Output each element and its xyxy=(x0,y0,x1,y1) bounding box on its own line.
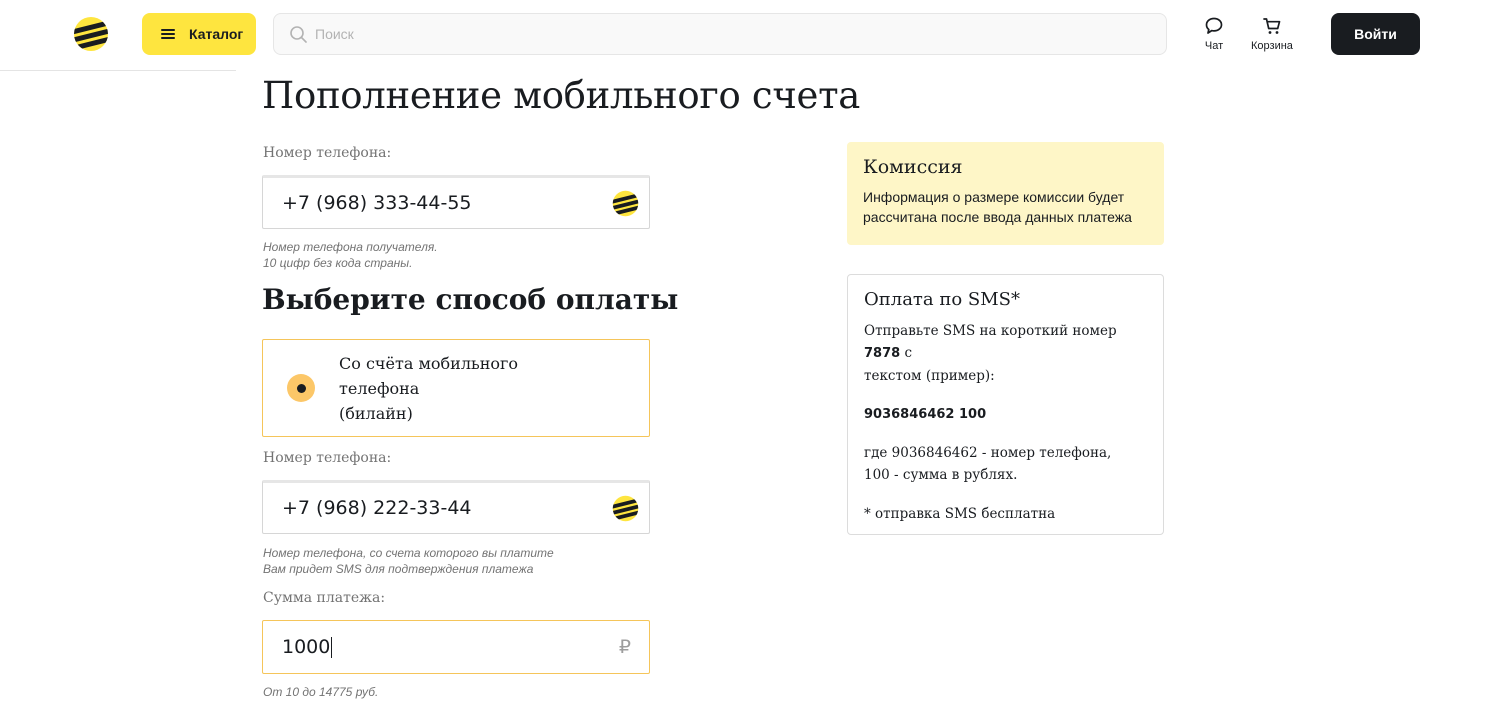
login-button[interactable]: Войти xyxy=(1331,13,1420,55)
search-input[interactable] xyxy=(315,26,1115,42)
payer-phone-value: +7 (968) 222-33-44 xyxy=(282,497,472,519)
commission-line: рассчитана после ввода данных платежа xyxy=(863,209,1132,225)
header-divider xyxy=(0,70,236,71)
amount-hint: От 10 до 14775 руб. xyxy=(263,685,379,699)
sms-payment-card: Оплата по SMS* Отправьте SMS на короткий… xyxy=(847,274,1164,535)
sms-explanation-line: где 9036846462 - номер телефона, xyxy=(864,445,1112,461)
sms-title: Оплата по SMS* xyxy=(864,289,1020,310)
cart-label: Корзина xyxy=(1251,40,1293,52)
commission-line: Информация о размере комиссии будет xyxy=(863,189,1125,205)
page-title: Пополнение мобильного счета xyxy=(262,74,861,117)
amount-value: 1000 xyxy=(282,636,331,658)
recipient-phone-label: Номер телефона: xyxy=(263,145,392,161)
search-bar[interactable] xyxy=(273,13,1167,55)
cart-button[interactable]: Корзина xyxy=(1251,16,1293,52)
catalog-button[interactable]: Каталог xyxy=(142,13,256,55)
search-icon xyxy=(290,25,307,43)
beeline-logo-icon[interactable] xyxy=(73,16,109,52)
sms-short-number: 7878 xyxy=(864,346,901,361)
text-caret xyxy=(331,637,333,658)
hint-line: 10 цифр без кода страны. xyxy=(263,256,413,270)
menu-icon xyxy=(161,29,175,39)
cart-icon xyxy=(1263,18,1281,34)
catalog-label: Каталог xyxy=(189,26,244,42)
payment-option-label: Со счёта мобильного телефона (билайн) xyxy=(339,351,589,426)
amount-value-wrap: 1000 xyxy=(282,636,619,658)
sms-example-text: 9036846462 100 xyxy=(864,407,987,422)
hint-line: Номер телефона, со счета которого вы пла… xyxy=(263,546,554,560)
option-line: Со счёта мобильного телефона xyxy=(339,353,519,398)
amount-field[interactable]: 1000 ₽ xyxy=(262,620,650,674)
sms-explanation-line: 100 - сумма в рублях. xyxy=(864,467,1018,483)
sms-explanation: где 9036846462 - номер телефона, 100 - с… xyxy=(864,442,1147,486)
commission-text: Информация о размере комиссии будет расс… xyxy=(863,187,1148,227)
hint-line: Номер телефона получателя. xyxy=(263,240,438,254)
recipient-phone-hint: Номер телефона получателя. 10 цифр без к… xyxy=(263,239,438,271)
commission-panel: Комиссия Информация о размере комиссии б… xyxy=(847,142,1164,245)
sms-instructions: Отправьте SMS на короткий номер 7878 с т… xyxy=(864,320,1147,387)
sms-text: текстом (пример): xyxy=(864,368,995,384)
sms-text: Отправьте SMS на короткий номер xyxy=(864,323,1117,339)
recipient-phone-field[interactable]: +7 (968) 333-44-55 xyxy=(262,175,650,229)
amount-label: Сумма платежа: xyxy=(263,590,386,606)
beeline-operator-icon xyxy=(612,190,639,216)
payment-option-mobile-account[interactable]: Со счёта мобильного телефона (билайн) xyxy=(262,339,650,437)
payer-phone-label: Номер телефона: xyxy=(263,450,392,466)
sms-example: 9036846462 100 xyxy=(864,407,1147,422)
sms-free-note: * отправка SMS бесплатна xyxy=(864,506,1056,522)
payer-phone-field[interactable]: +7 (968) 222-33-44 xyxy=(262,480,650,534)
sms-text: с xyxy=(900,345,913,361)
ruble-sign: ₽ xyxy=(618,636,631,658)
chat-label: Чат xyxy=(1204,40,1224,52)
option-line: (билайн) xyxy=(339,403,413,423)
recipient-phone-value: +7 (968) 333-44-55 xyxy=(282,192,472,214)
beeline-operator-icon xyxy=(612,495,639,521)
commission-title: Комиссия xyxy=(863,156,963,178)
payment-method-title: Выберите способ оплаты xyxy=(262,283,679,316)
hint-line: Вам придет SMS для подтверждения платежа xyxy=(263,562,534,576)
radio-selected-icon[interactable] xyxy=(287,374,315,402)
site-header: Каталог Чат Корзина Войти xyxy=(0,0,1500,70)
chat-button[interactable]: Чат xyxy=(1204,16,1224,52)
payer-phone-hint: Номер телефона, со счета которого вы пла… xyxy=(263,545,554,577)
chat-bubble-icon xyxy=(1205,17,1223,34)
